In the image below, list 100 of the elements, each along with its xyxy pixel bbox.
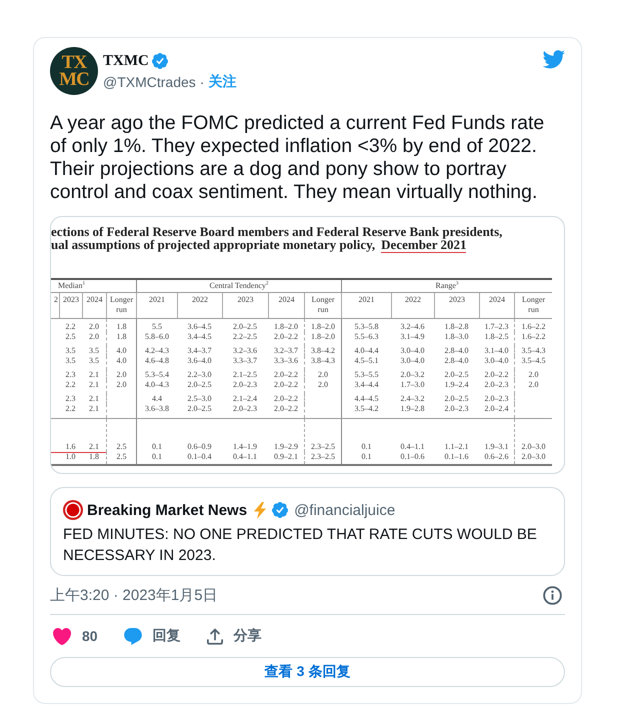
table-cell: 2.0–3.0 <box>514 452 552 464</box>
table-cell-text: 2.1 <box>88 370 100 380</box>
table-cell-text: 1.6 <box>64 441 76 452</box>
quoted-tweet-card[interactable]: Breaking Market News @financialjuice FED MINUTES: NO ONE PREDICTED THAT RATE CUTS WOULD BE NECESSARY IN 2023. <box>50 487 565 576</box>
column-header: 2023 <box>434 293 479 318</box>
table-cell: 2.3–2.5 <box>304 419 341 452</box>
table-cell-text: 2.3 <box>64 370 76 380</box>
table-cell-text: 2.0–2.2 <box>273 380 299 391</box>
quoted-tweet-text: FED MINUTES: NO ONE PREDICTED THAT RATE CUTS WOULD BE NECESSARY IN 2023. <box>63 525 538 566</box>
table-cell-text: 2.2 <box>64 404 76 415</box>
table-cell: 3.6–3.8 <box>136 404 177 418</box>
table-cell-text: 3.5 <box>88 346 100 356</box>
speech-bubble-icon <box>124 628 142 644</box>
table-cell-text: 1.9–3.1 <box>484 441 510 452</box>
table-cell-text: 0.6–0.9 <box>186 441 212 452</box>
table-cell-text: 2.5 <box>64 332 76 343</box>
column-group-header: Central Tendency$^{2}$ <box>136 280 341 292</box>
table-cell-text: 1.1–2.1 <box>444 441 470 452</box>
heading-text: ual assumptions of projected appropriate monetary policy, <box>51 238 376 251</box>
table-cell-text: 2.0–2.2 <box>273 394 299 404</box>
table-cell-text: 0.1–0.6 <box>400 452 426 463</box>
media-card[interactable] <box>50 216 565 474</box>
table-cell-text: 3.2–3.7 <box>273 346 299 356</box>
column-group-header: Range$^{3}$ <box>341 280 552 292</box>
separator-dot: · <box>200 74 204 90</box>
table-cell-text: 2.0–2.2 <box>484 370 510 380</box>
timestamp-link[interactable]: 上午3:20 · 2023年1月5日 <box>50 586 218 604</box>
column-header: 2024 <box>479 293 514 318</box>
table-cell-text: 1.8–3.0 <box>444 332 470 343</box>
table-cell-text: 0.1–1.6 <box>444 452 470 463</box>
table-cell: 5.3–5.5 <box>341 370 391 380</box>
table-cell-text: 1.8–2.5 <box>484 332 510 343</box>
table-cell-text: 3.2–4.6 <box>400 321 426 332</box>
table-cell: 2.0 <box>514 380 552 394</box>
table-cell-text: 2.2 <box>64 321 76 332</box>
table-cell: 3.5–4.5 <box>514 356 552 370</box>
underlined-heading-text: December 2021 <box>381 238 466 253</box>
table-cell-text: 2.4–3.2 <box>400 394 426 404</box>
table-cell: 3.5–4.2 <box>341 404 391 418</box>
table-cell-text: 2.8–4.0 <box>444 356 470 367</box>
table-cell-text: 2.0 <box>88 332 100 343</box>
table-cell: 2.0 <box>304 370 341 380</box>
quoted-author-name[interactable]: Breaking Market News <box>87 502 248 518</box>
like-button[interactable]: 80 <box>53 628 98 644</box>
table-cell-text: 2.0–2.3 <box>484 394 510 404</box>
avatar-icon <box>63 500 83 520</box>
table-cell-text: 2.0–2.5 <box>232 321 258 332</box>
table-cell-text: 2.2–2.5 <box>232 332 258 343</box>
table-cell-text: 3.0–4.0 <box>484 356 510 367</box>
table-cell: 2.0 <box>514 370 552 380</box>
bird-logo-icon[interactable] <box>542 50 565 69</box>
table-cell: 5.5–6.3 <box>341 332 391 346</box>
table-cell: 1.8 <box>106 319 136 332</box>
table-cell-text: 1.7–2.3 <box>484 321 510 332</box>
table-cell-text: 1.8 <box>88 452 100 463</box>
table-cell: 4.0–4.3 <box>136 380 177 394</box>
table-cell-text: 3.0–4.0 <box>400 346 426 356</box>
heading-text: ections of Federal Reserve Board members and Federal Reserve Bank presidents, <box>51 225 502 238</box>
table-cell-text: 3.1–4.9 <box>400 332 426 343</box>
share-button[interactable]: 分享 <box>206 627 262 645</box>
table-cell: 4.2–4.3 <box>136 346 177 356</box>
table-cell-text: 2.2 <box>64 380 76 391</box>
avatar-logo[interactable]: TX MC <box>50 47 98 95</box>
column-header: Longer run <box>304 293 341 318</box>
author-name[interactable]: TXMC <box>103 52 149 70</box>
table-cell-text: 3.3–3.7 <box>232 356 258 367</box>
table-cell: 0.1 <box>341 419 391 452</box>
column-header: 2021 <box>136 293 177 318</box>
table-cell: 5.8–6.0 <box>136 332 177 346</box>
info-icon[interactable] <box>543 586 562 604</box>
reply-button[interactable]: 回复 <box>124 627 181 645</box>
table-cell: 4.5–5.1 <box>341 356 391 370</box>
table-cell: 2.0 <box>106 370 136 380</box>
table-cell-text: 2.0–2.4 <box>484 404 510 415</box>
table-cell-text: 3.3–3.6 <box>273 356 299 367</box>
table-cell-text: 0.4–1.1 <box>400 441 426 452</box>
table-cell-text: 2.5–3.0 <box>186 394 212 404</box>
table-cell: 2.0 <box>106 380 136 394</box>
table-cell: 2.5 <box>106 419 136 452</box>
tweet-text: A year ago the FOMC predicted a current Fed Funds rate of only 1%. They expected inflation <3% by end of 2022. Their projections are a dog and pony show to portray control and coax sentiment. They mean virtually nothing. <box>50 112 546 204</box>
table-cell-text: 2.0–2.2 <box>273 370 299 380</box>
table-cell-text: 2.1 <box>88 394 100 404</box>
table-cell-text: 2.1 <box>88 380 100 391</box>
author-handle[interactable]: @TXMCtrades <box>103 74 196 90</box>
table-cell-text: 2.1–2.4 <box>232 394 258 404</box>
table-cell: 3.5–4.3 <box>514 346 552 356</box>
table-cell-text: 3.5 <box>64 356 76 367</box>
column-header: Longer run <box>106 293 136 318</box>
table-cell: 0.1 <box>341 452 391 464</box>
read-replies-button[interactable]: 查看 3 条回复 <box>50 657 565 687</box>
table-cell: 5.5 <box>136 319 177 332</box>
table-cell: 1.6–2.2 <box>514 332 552 346</box>
column-header: 2024 <box>268 293 304 318</box>
table-cell-text: 3.5 <box>64 346 76 356</box>
table-cell: 2.0 <box>304 380 341 394</box>
table-cell-text: 3.0–4.0 <box>400 356 426 367</box>
quoted-author-handle[interactable]: @financialjuice <box>294 502 396 518</box>
column-header: 2021 <box>341 293 391 318</box>
table-cell: 1.8–2.0 <box>304 332 341 346</box>
table-cell-text: 2.0–3.2 <box>400 370 426 380</box>
